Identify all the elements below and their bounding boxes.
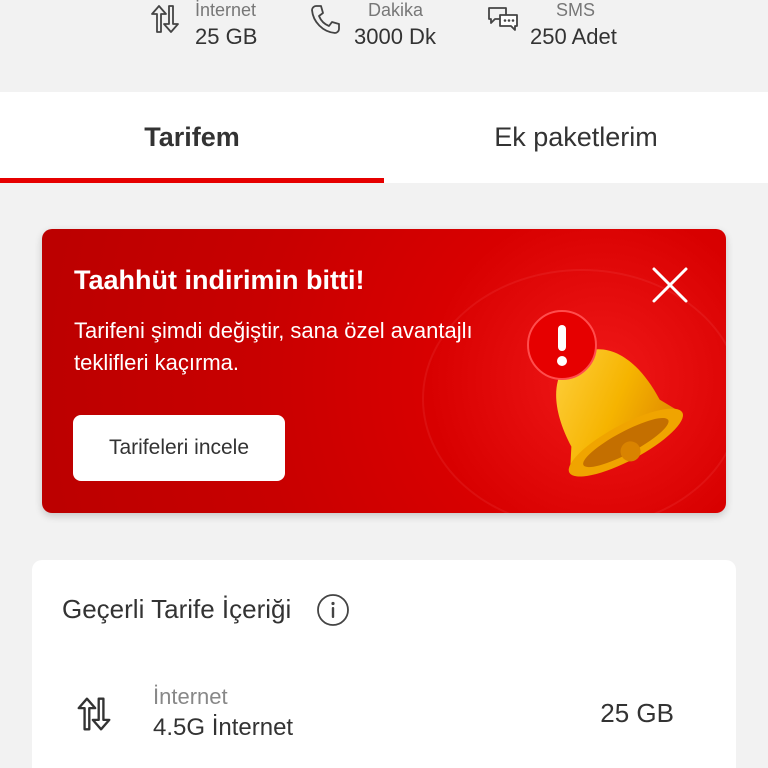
tariff-item-subtitle: 4.5G İnternet [153,714,294,741]
summary-sms-label: SMS [556,0,596,20]
phone-icon [311,5,340,34]
banner-text: Tarifeni şimdi değiştir, sana özel avant… [74,318,473,375]
summary-internet-label: İnternet [195,0,257,20]
close-icon[interactable] [650,265,690,305]
info-icon[interactable] [316,593,350,627]
data-transfer-icon [77,697,111,731]
summary-minutes-value: 3000 Dk [354,24,436,49]
data-transfer-icon [151,5,179,33]
summary-minutes-label: Dakika [368,0,424,20]
tab-ek-paketlerim[interactable]: Ek paketlerim [384,92,768,183]
bell-alert-icon [527,310,683,477]
banner-title: Taahhüt indirimin bitti! [74,265,365,295]
current-tariff-card: Geçerli Tarife İçeriği İnternet 4.5G İnt… [32,560,736,768]
tab-tarifem[interactable]: Tarifem [0,92,384,183]
tariff-item-internet: İnternet 4.5G İnternet 25 GB [32,680,736,750]
tariff-item-value: 25 GB [600,698,674,728]
chat-bubbles-icon [488,7,518,31]
summary-internet-value: 25 GB [195,24,258,49]
tab-bar: Tarifem Ek paketlerim [0,92,768,183]
tariff-item-label: İnternet [153,684,228,709]
usage-summary: İnternet 25 GB Dakika 3000 Dk SMS 250 Ad… [0,0,768,92]
summary-sms-value: 250 Adet [530,24,617,49]
commitment-ended-banner: Taahhüt indirimin bitti! Tarifeni şimdi … [42,229,726,513]
card-title: Geçerli Tarife İçeriği [62,594,292,624]
view-tariffs-button[interactable]: Tarifeleri incele [73,415,285,481]
